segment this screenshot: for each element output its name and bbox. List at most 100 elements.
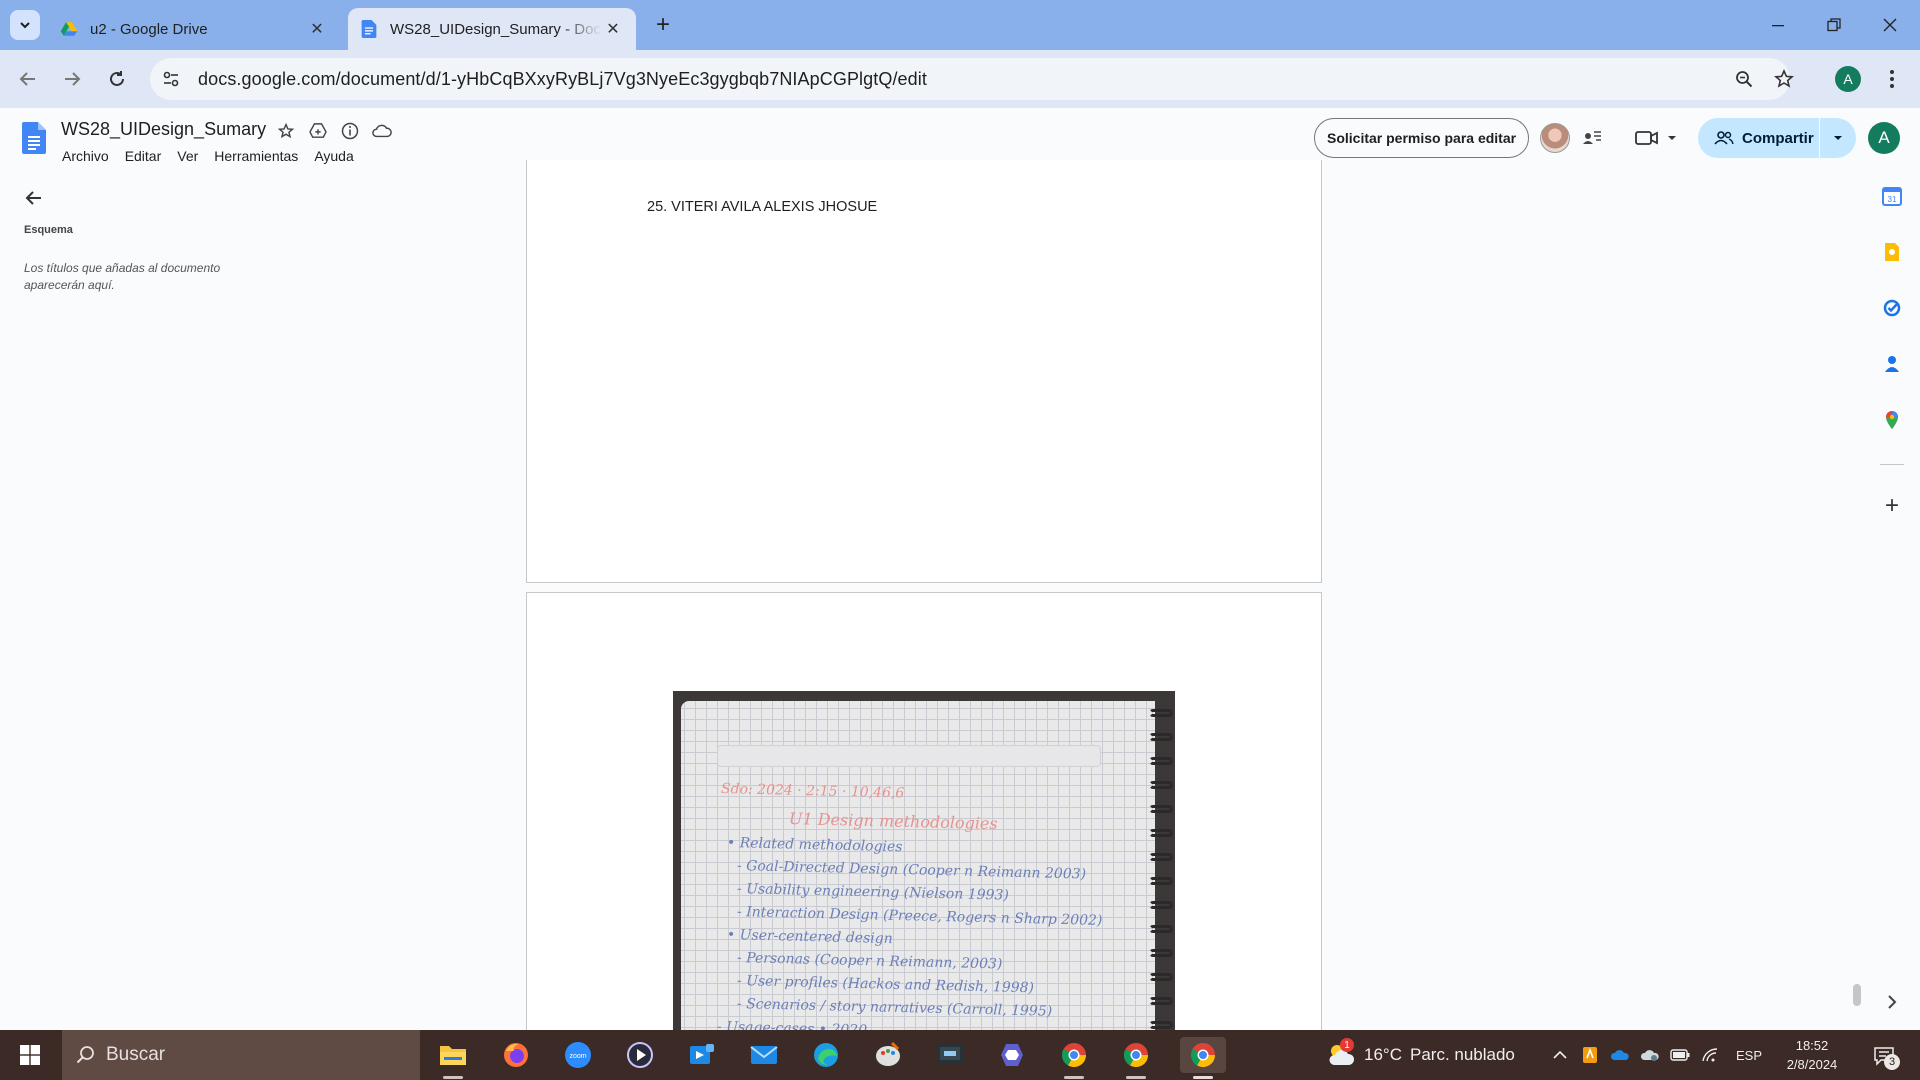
caret-down-icon [1668,136,1676,140]
wifi-icon[interactable] [1700,1045,1720,1065]
taskbar-copilot[interactable] [994,1037,1030,1073]
taskbar-teams[interactable] [684,1037,720,1073]
cloud-saved-icon[interactable] [371,120,393,142]
windows-logo-icon [20,1045,40,1065]
notification-center-button[interactable]: 3 [1868,1042,1900,1070]
show-side-panel-button[interactable] [1882,992,1902,1012]
system-clock[interactable]: 18:52 2/8/2024 [1770,1036,1854,1074]
chrome-icon [1123,1043,1148,1068]
cloud-sync-icon[interactable] [1640,1045,1660,1065]
menu-editar[interactable]: Editar [117,146,170,166]
notebook-title: U1 Design methodologies [788,809,998,834]
keep-icon[interactable] [1882,242,1902,262]
menu-archivo[interactable]: Archivo [54,146,117,166]
svg-text:31: 31 [1888,195,1897,204]
chevron-down-icon [20,22,30,29]
notebook-date: Sdo: 2024 · 2:15 · 10,46,6 [720,781,905,802]
star-icon[interactable] [275,120,297,142]
address-bar[interactable]: docs.google.com/document/d/1-yHbCqBXxyRy… [150,58,1794,100]
document-title[interactable]: WS28_UIDesign_Sumary [61,119,266,140]
taskbar-search[interactable]: Buscar [62,1030,420,1080]
app-tray-icon[interactable] [1580,1045,1600,1065]
new-tab-button[interactable]: + [650,11,676,38]
tab-search-button[interactable] [10,10,40,40]
side-panel-rail: 31 + [1864,168,1920,1030]
info-icon[interactable] [339,120,361,142]
get-addons-button[interactable]: + [1880,492,1904,519]
taskbar-chrome-3[interactable] [1180,1037,1226,1079]
tab-docs[interactable]: WS28_UIDesign_Sumary - Docu ✕ [348,8,636,50]
bookmark-button[interactable] [1768,63,1800,95]
tasks-icon[interactable] [1882,298,1902,318]
google-docs-logo-icon[interactable] [22,122,46,154]
taskbar-paint[interactable] [870,1037,906,1073]
restore-button[interactable] [1806,0,1862,50]
notebook-line: • Related methodologies [726,835,903,856]
tab-title: u2 - Google Drive [90,20,208,38]
taskbar-screen-app[interactable] [932,1037,968,1073]
document-text-line[interactable]: 25. VITERI AVILA ALEXIS JHOSUE [647,199,877,215]
tab-google-drive[interactable]: u2 - Google Drive ✕ [48,8,340,50]
folder-icon [440,1046,466,1065]
browser-toolbar: docs.google.com/document/d/1-yHbCqBXxyRy… [0,50,1920,108]
taskbar-chrome-1[interactable] [1056,1037,1092,1079]
taskbar-media-player[interactable] [622,1037,658,1073]
menu-ayuda[interactable]: Ayuda [306,146,361,166]
taskbar-edge[interactable] [808,1037,844,1073]
battery-icon[interactable] [1670,1045,1690,1065]
forward-button[interactable] [56,63,88,95]
meet-button[interactable] [1630,122,1682,154]
account-avatar[interactable]: A [1868,122,1900,154]
collaborator-avatar[interactable] [1540,123,1570,153]
move-to-drive-icon[interactable] [307,120,329,142]
taskbar-file-explorer[interactable] [435,1037,471,1079]
request-edit-access-button[interactable]: Solicitar permiso para editar [1314,118,1530,158]
start-button[interactable] [0,1030,60,1080]
calendar-icon[interactable]: 31 [1882,186,1902,206]
taskbar-mail[interactable] [746,1037,782,1073]
minimize-icon [1772,25,1784,27]
close-outline-button[interactable] [20,184,48,212]
menu-herramientas[interactable]: Herramientas [206,146,306,166]
arrow-right-icon [65,72,81,86]
maps-icon[interactable] [1882,410,1902,430]
reload-icon [110,71,124,86]
star-icon [1774,69,1794,88]
document-page[interactable]: 25. VITERI AVILA ALEXIS JHOSUE [526,160,1322,583]
share-dropdown[interactable] [1820,135,1856,141]
minimize-button[interactable] [1750,0,1806,50]
reload-button[interactable] [101,63,133,95]
scrollbar-thumb[interactable] [1853,984,1861,1006]
chrome-icon [1061,1043,1086,1068]
share-main[interactable]: Compartir [1698,118,1820,158]
notebook-photo[interactable]: Sdo: 2024 · 2:15 · 10,46,6 U1 Design met… [673,691,1175,1053]
system-tray: ESP [1550,1030,1762,1080]
taskbar-chrome-2[interactable] [1118,1037,1154,1079]
zoom-button[interactable] [1728,63,1760,95]
onedrive-icon[interactable] [1610,1045,1630,1065]
chevron-right-icon [1888,995,1897,1009]
input-language[interactable]: ESP [1736,1048,1762,1063]
close-icon[interactable]: ✕ [602,18,624,40]
chevron-up-icon[interactable] [1550,1045,1570,1065]
contacts-icon[interactable] [1882,354,1902,374]
menu-bar: Archivo Editar Ver Herramientas Ayuda [54,146,362,166]
close-icon[interactable]: ✕ [306,18,328,40]
taskbar: Buscar zoom 1 16°C Parc. nublado ESP 18:… [0,1030,1920,1080]
close-window-button[interactable] [1862,0,1918,50]
comments-history-button[interactable] [1576,122,1608,154]
menu-ver[interactable]: Ver [169,146,206,166]
back-button[interactable] [12,63,44,95]
zoom-icon: zoom [565,1042,591,1068]
taskbar-firefox[interactable] [498,1037,534,1073]
share-button[interactable]: Compartir [1698,118,1856,158]
document-page[interactable]: Sdo: 2024 · 2:15 · 10,46,6 U1 Design met… [526,592,1322,1053]
site-info-button[interactable] [154,62,188,96]
browser-profile-avatar[interactable]: A [1835,66,1861,92]
weather-widget[interactable]: 1 16°C Parc. nublado [1326,1030,1515,1080]
copilot-icon [1001,1044,1023,1066]
google-drive-icon [60,22,78,36]
browser-menu-button[interactable] [1880,64,1904,94]
video-app-icon [690,1044,714,1064]
taskbar-zoom[interactable]: zoom [560,1037,596,1073]
